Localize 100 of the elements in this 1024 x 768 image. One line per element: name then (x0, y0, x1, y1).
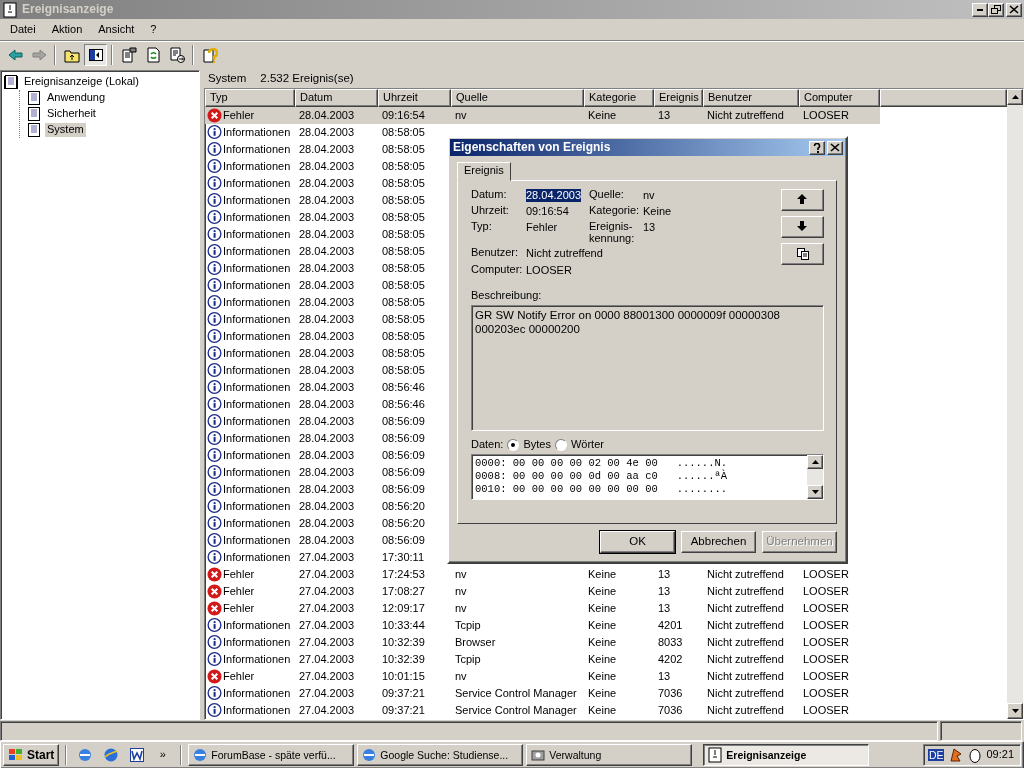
hex-line: 0010: 00 00 00 00 00 00 00 00 ........ (475, 483, 729, 497)
table-cell-text: 28.04.2003 (298, 397, 356, 412)
table-cell-text: 28.04.2003 (298, 312, 356, 327)
table-cell-text: 28.04.2003 (298, 329, 356, 344)
table-cell-text: 28.04.2003 (298, 210, 356, 225)
table-cell-text: 17:08:27 (381, 584, 426, 599)
event-count: 2.532 Ereignis(se) (260, 72, 354, 86)
table-cell-text: 08:58:05 (381, 244, 426, 259)
table-cell-text: Keine (587, 652, 618, 667)
table-cell-text: 28.04.2003 (298, 465, 356, 480)
table-cell-text: Keine (587, 584, 618, 599)
table-cell-text: Nicht zutreffend (706, 669, 785, 684)
table-cell-text: 28.04.2003 (298, 346, 356, 361)
table-cell-text: Keine (587, 686, 618, 701)
table-cell-text: 08:58:05 (381, 125, 426, 140)
table-cell-text: 28.04.2003 (298, 516, 356, 531)
table-cell-text: 28.04.2003 (298, 108, 356, 123)
table-cell-text: Nicht zutreffend (706, 686, 785, 701)
table-cell-text: Nicht zutreffend (706, 108, 785, 123)
table-cell-text: Informationen (223, 176, 291, 191)
field-label: Beschreibung: (471, 288, 543, 303)
table-cell-text: 28.04.2003 (298, 278, 356, 293)
table-cell-text: Tcpip (454, 618, 482, 633)
table-cell-text: Service Control Manager (454, 703, 578, 718)
table-cell-text: Informationen (223, 380, 291, 395)
field-value: Nicht zutreffend (526, 247, 604, 261)
table-cell-text: 28.04.2003 (298, 295, 356, 310)
table-cell-text: 4202 (657, 652, 684, 667)
table-cell-text: 28.04.2003 (298, 244, 356, 259)
dialog-title: Eigenschaften von Ereignis (453, 140, 612, 155)
table-cell-text: LOOSER (802, 584, 850, 599)
table-cell-text: nv (454, 601, 468, 616)
table-cell-text: Tcpip (454, 652, 482, 667)
table-cell-text: Keine (587, 108, 618, 123)
table-cell-text: 13 (657, 108, 672, 123)
table-cell-text: Keine (587, 703, 618, 718)
table-cell-text: Fehler (223, 108, 255, 123)
table-cell-text: 13 (657, 669, 672, 684)
table-cell-text: 8033 (657, 635, 684, 650)
table-cell-text: Informationen (223, 193, 291, 208)
field-value: 13 (643, 221, 657, 235)
table-cell-text: nv (454, 567, 468, 582)
table-cell-text: 08:58:05 (381, 227, 426, 242)
table-cell-text: 27.04.2003 (298, 550, 356, 565)
table-cell-text: 28.04.2003 (298, 533, 356, 548)
field-value: 28.04.2003 (526, 189, 582, 203)
table-cell-text: Browser (454, 635, 497, 650)
table-cell-text: 08:56:20 (381, 499, 426, 514)
table-cell-text: Informationen (223, 329, 291, 344)
table-cell-text: LOOSER (802, 703, 850, 718)
table-cell-text: Informationen (223, 244, 291, 259)
table-cell-text: 13 (657, 584, 672, 599)
table-cell-text: 10:33:44 (381, 618, 426, 633)
field-label: Datum: (471, 189, 508, 201)
table-cell-text: Informationen (223, 686, 291, 701)
table-cell-text: Nicht zutreffend (706, 652, 785, 667)
table-cell-text: Informationen (223, 618, 291, 633)
table-cell-text: 28.04.2003 (298, 363, 356, 378)
table-cell-text: Nicht zutreffend (706, 601, 785, 616)
table-cell-text: 08:58:05 (381, 142, 426, 157)
table-cell-text: Informationen (223, 414, 291, 429)
table-cell-text: 28.04.2003 (298, 482, 356, 497)
table-cell-text: 27.04.2003 (298, 686, 356, 701)
table-cell-text: Nicht zutreffend (706, 584, 785, 599)
table-cell-text: Fehler (223, 584, 255, 599)
table-cell-text: 08:56:09 (381, 414, 426, 429)
table-cell-text: 10:32:39 (381, 635, 426, 650)
table-cell-text: 28.04.2003 (298, 142, 356, 157)
table-cell-text: 08:56:09 (381, 533, 426, 548)
field-label: Typ: (471, 221, 493, 233)
table-cell-text: 28.04.2003 (298, 380, 356, 395)
table-cell-text: nv (454, 108, 468, 123)
table-cell-text: 4201 (657, 618, 684, 633)
table-cell-text: 08:58:05 (381, 346, 426, 361)
table-cell-text: LOOSER (802, 601, 850, 616)
table-cell-text: LOOSER (802, 635, 850, 650)
hex-line: 0000: 00 00 00 00 02 00 4e 00 ......N. (475, 457, 729, 470)
table-cell-text: 27.04.2003 (298, 601, 356, 616)
field-label: Ereignis- kennung: (589, 221, 636, 245)
table-cell-text: 08:58:05 (381, 261, 426, 276)
table-cell-text: LOOSER (802, 652, 850, 667)
table-cell-text: Keine (587, 635, 618, 650)
table-cell-text: nv (454, 584, 468, 599)
table-cell-text: Nicht zutreffend (706, 703, 785, 718)
table-cell-text: 28.04.2003 (298, 227, 356, 242)
table-cell-text: 08:58:05 (381, 210, 426, 225)
table-cell-text: 08:56:09 (381, 431, 426, 446)
table-cell-text: 28.04.2003 (298, 414, 356, 429)
table-cell-text: Informationen (223, 125, 291, 140)
table-cell-text: 27.04.2003 (298, 584, 356, 599)
table-cell-text: 28.04.2003 (298, 499, 356, 514)
table-cell-text: Informationen (223, 499, 291, 514)
field-label: Benutzer: (471, 247, 520, 259)
table-cell-text: Keine (587, 601, 618, 616)
table-cell-text: 27.04.2003 (298, 618, 356, 633)
table-cell-text: 09:37:21 (381, 703, 426, 718)
table-cell-text: 17:30:11 (381, 550, 425, 565)
table-cell-text: LOOSER (802, 669, 850, 684)
table-cell-text: 17:24:53 (381, 567, 426, 582)
table-cell-text: 08:58:05 (381, 278, 426, 293)
